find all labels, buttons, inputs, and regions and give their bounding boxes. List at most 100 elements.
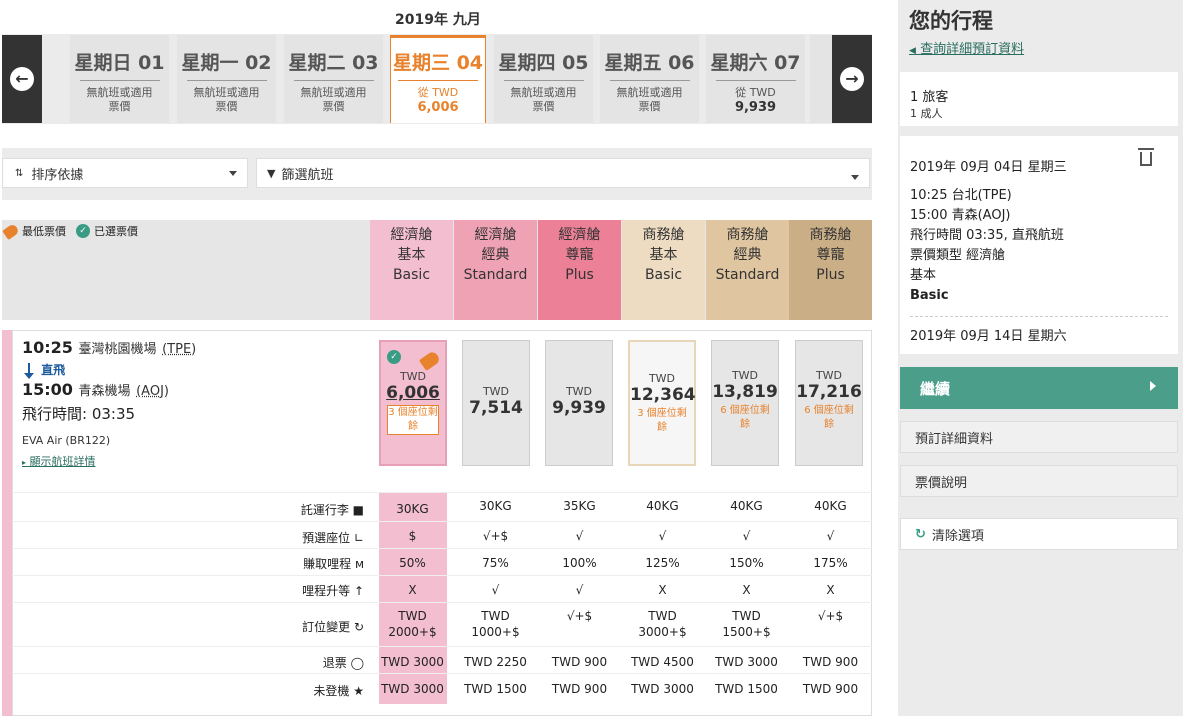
chevron-left-icon: ◀ <box>909 46 916 56</box>
day-note: 票價 <box>108 100 131 113</box>
feature-value: TWD 900 <box>551 682 608 696</box>
arrival-line: 15:00 青森機場 (AOJ) <box>22 380 372 399</box>
feature-row-seat: 預選座位 ∟ $ √+$ √ √ √ √ <box>12 521 872 548</box>
flight-info: 10:25 臺灣桃園機場 (TPE) 直飛 15:00 青森機場 (AOJ) 飛… <box>22 338 372 469</box>
fare-legend: 最低票價 ✓ 已選票價 <box>2 222 138 240</box>
chevron-down-icon <box>229 171 237 176</box>
arrival-time: 15:00 <box>22 380 73 399</box>
feature-value: 50% <box>399 556 426 570</box>
fare-class-business-basic: 商務艙 基本 Basic <box>622 220 705 320</box>
day-label: 星期四 05 <box>498 52 589 74</box>
day-card-07[interactable]: 星期六 07 從 TWD 9,939 <box>706 35 805 123</box>
prev-week-button[interactable]: ← <box>2 35 42 123</box>
feature-value: TWD 1500+$ <box>722 609 771 639</box>
seats-remaining: 3 個座位剩餘 <box>637 408 687 433</box>
feature-label: 預選座位 ∟ <box>302 531 364 545</box>
feature-value: √+$ <box>482 529 509 543</box>
fare-rules-button[interactable]: 票價說明 <box>900 465 1178 497</box>
return-date: 2019年 09月 14日 星期六 <box>910 329 1067 344</box>
day-card-05[interactable]: 星期四 05 無航班或適用 票價 <box>494 35 593 123</box>
trip-date: 2019年 09月 04日 星期三 <box>910 160 1067 175</box>
fare-class-business-plus: 商務艙 尊寵 Plus <box>789 220 872 320</box>
continue-button[interactable]: 繼續 <box>900 367 1178 409</box>
feature-label: 未登機 ★ <box>313 684 364 698</box>
clear-selection-button[interactable]: ↻ 清除選項 <box>900 518 1178 550</box>
fare-card-business-plus[interactable]: TWD 17,216 6 個座位剩餘 <box>795 340 863 466</box>
fare-card-economy-basic[interactable]: ✓ TWD 6,006 3 個座位剩餘 <box>379 340 447 466</box>
day-divider <box>715 80 796 81</box>
arrow-left-icon: ← <box>10 67 34 91</box>
continue-label: 繼續 <box>920 379 951 398</box>
airline-label: EVA Air (BR122) <box>22 434 111 447</box>
fare-amount: 7,514 <box>469 398 523 418</box>
arrival-airport: 青森機場 <box>78 384 131 399</box>
fare-card-business-standard[interactable]: TWD 13,819 6 個座位剩餘 <box>711 340 779 466</box>
trip-duration: 飛行時間 03:35, 直飛航班 <box>910 228 1064 243</box>
booking-details-link[interactable]: ◀ 查詢詳細預訂資料 <box>909 38 1024 57</box>
class-name: Plus <box>816 267 845 283</box>
fare-card-business-basic[interactable]: TWD 12,364 3 個座位剩餘 <box>628 340 696 466</box>
feature-value: X <box>408 583 417 597</box>
feature-value: √ <box>575 529 584 543</box>
class-cabin: 經濟艙 <box>390 227 433 243</box>
day-divider <box>186 80 267 81</box>
day-note: 無航班或適用 <box>86 86 153 99</box>
fare-card-economy-standard[interactable]: TWD 7,514 <box>462 340 530 466</box>
next-week-button[interactable]: → <box>832 35 872 123</box>
feature-value: √ <box>742 529 751 543</box>
class-cabin: 經濟艙 <box>474 227 517 243</box>
day-card-03[interactable]: 星期二 03 無航班或適用 票價 <box>284 35 383 123</box>
feature-value: TWD 2250 <box>464 655 527 669</box>
day-label: 星期五 06 <box>604 52 695 74</box>
day-card-02[interactable]: 星期一 02 無航班或適用 票價 <box>177 35 276 123</box>
refresh-icon: ↻ <box>915 526 926 542</box>
day-price: 9,939 <box>734 100 777 115</box>
sort-label: 排序依據 <box>31 167 84 183</box>
trip-fare-type: 票價類型 經濟艙 <box>910 248 1006 263</box>
day-note: 無航班或適用 <box>300 86 367 99</box>
class-tier: 經典 <box>481 247 510 263</box>
day-card-01[interactable]: 星期日 01 無航班或適用 票價 <box>70 35 169 123</box>
day-note: 從 TWD <box>417 86 459 99</box>
trip-fare-sub: 基本 <box>910 268 937 283</box>
feature-value: TWD 1500 <box>715 682 778 696</box>
day-note: 票價 <box>322 100 345 113</box>
departure-code: (TPE) <box>162 342 197 357</box>
fare-amount: 13,819 <box>712 382 778 402</box>
feature-value: X <box>658 583 667 597</box>
sort-dropdown[interactable]: ⇅ 排序依據 <box>2 158 248 188</box>
month-title: 2019年 九月 <box>395 12 481 28</box>
feature-value: 150% <box>729 556 764 570</box>
show-flight-details-link[interactable]: ▸ 顯示航班詳情 <box>22 453 372 469</box>
fare-card-economy-plus[interactable]: TWD 9,939 <box>545 340 613 466</box>
check-icon: ✓ <box>76 224 90 238</box>
day-card-next-partial[interactable] <box>810 35 832 123</box>
traveller-count: 1 旅客 <box>910 90 949 105</box>
day-card-06[interactable]: 星期五 06 無航班或適用 票價 <box>600 35 699 123</box>
class-cabin: 商務艙 <box>642 227 685 243</box>
booking-details-button[interactable]: 預訂詳細資料 <box>900 421 1178 453</box>
day-note: 無航班或適用 <box>510 86 577 99</box>
day-card-04-selected[interactable]: 星期三 04 從 TWD 6,006 <box>390 35 486 123</box>
trash-icon[interactable] <box>1138 148 1154 166</box>
feature-label: 訂位變更 ↻ <box>302 620 364 634</box>
seats-remaining: 6 個座位剩餘 <box>720 405 770 430</box>
feature-value: √ <box>575 583 584 597</box>
class-name: Basic <box>644 267 683 283</box>
day-label: 星期三 04 <box>392 52 484 74</box>
fare-currency: TWD <box>815 369 843 382</box>
chevron-down-icon <box>851 175 859 180</box>
class-tier: 基本 <box>649 247 678 263</box>
arrow-down-icon <box>24 362 34 379</box>
feature-value: TWD 2000+$ <box>388 609 437 639</box>
trip-summary-card: 2019年 09月 04日 星期三 10:25 台北(TPE) 15:00 青森… <box>900 136 1178 354</box>
feature-row-noshow: 未登機 ★ TWD 3000 TWD 1500 TWD 900 TWD 3000… <box>12 673 872 700</box>
fare-class-economy-basic: 經濟艙 基本 Basic <box>370 220 453 320</box>
feature-value: 125% <box>645 556 680 570</box>
day-label: 星期日 01 <box>74 52 165 74</box>
chevron-right-icon: ▸ <box>22 458 27 467</box>
feature-value: TWD 3000 <box>381 655 444 669</box>
filter-dropdown[interactable]: ▼ 篩選航班 <box>256 158 870 188</box>
feature-value: TWD 3000 <box>715 655 778 669</box>
class-tier: 尊寵 <box>816 247 845 263</box>
